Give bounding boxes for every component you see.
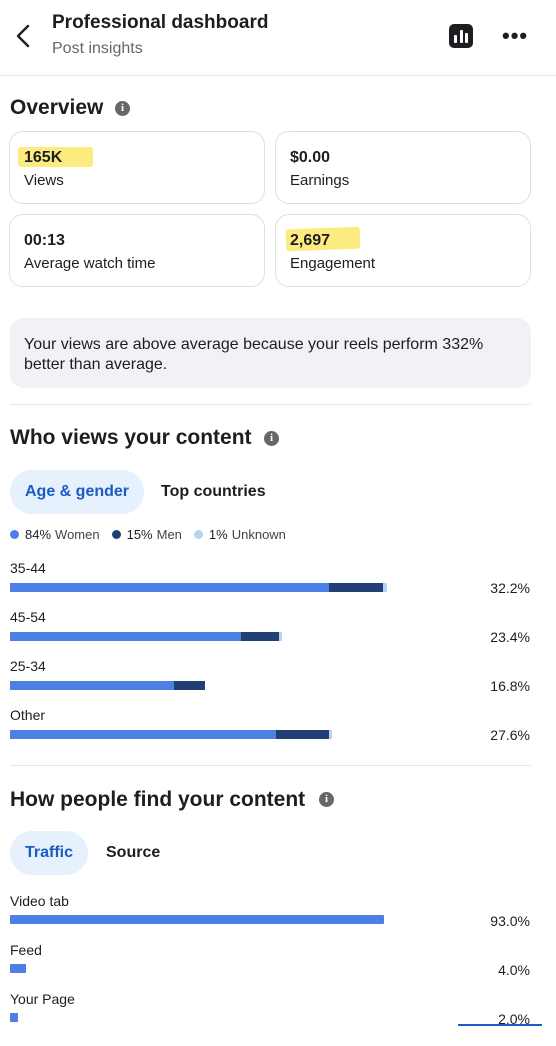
age-row-bar [10, 632, 282, 641]
age-row-bar [10, 583, 387, 592]
age-row-percent: 27.6% [490, 727, 530, 743]
age-row-label: 25-34 [10, 658, 46, 674]
earnings-value: $0.00 [290, 149, 331, 166]
gender-legend: 84% Women 15% Men 1% Unknown [10, 527, 298, 542]
bar-segment [10, 1013, 18, 1022]
traffic-row-label: Feed [10, 942, 42, 958]
age-row-label: 45-54 [10, 609, 46, 625]
legend-item-women: 84% Women [10, 527, 100, 542]
tab-traffic[interactable]: Traffic [10, 831, 89, 875]
age-row-label: 35-44 [10, 560, 46, 576]
views-label: Views [24, 172, 64, 189]
traffic-row-label: Your Page [10, 991, 75, 1007]
divider [10, 765, 531, 766]
bar-segment-unknown [329, 730, 332, 739]
bar-segment-women [10, 632, 241, 641]
age-row-bar [10, 730, 332, 739]
traffic-row-percent: 4.0% [498, 962, 530, 978]
page-subtitle: Post insights [52, 40, 143, 57]
bar-segment-unknown [279, 632, 282, 641]
bar-segment-women [10, 730, 276, 739]
bar-chart-icon[interactable] [449, 24, 473, 48]
page-title: Professional dashboard [52, 12, 269, 33]
women-dot [10, 530, 19, 539]
how-find-title: How people find your content [10, 788, 306, 811]
bar-segment-men [241, 632, 279, 641]
engagement-label: Engagement [290, 255, 376, 272]
performance-note: Your views are above average because you… [10, 318, 531, 388]
engagement-card[interactable]: 2,697 Engagement [275, 214, 531, 287]
earnings-label: Earnings [290, 172, 350, 189]
age-row-percent: 23.4% [490, 629, 530, 645]
header: Professional dashboard Post insights ••• [0, 0, 556, 76]
unknown-dot [193, 530, 203, 539]
scroll-indicator [458, 1024, 542, 1026]
traffic-row-percent: 93.0% [490, 913, 530, 929]
tab-age-gender[interactable]: Age & gender [10, 470, 145, 514]
legend-item-men: 15% Men [111, 527, 182, 542]
age-row-label: Other [10, 707, 46, 723]
bar-segment [10, 915, 384, 924]
age-row-percent: 32.2% [490, 580, 530, 596]
divider [10, 404, 531, 405]
info-icon[interactable]: i [319, 792, 334, 807]
views-value: 165K [24, 149, 63, 166]
men-dot [111, 530, 121, 539]
more-options-icon[interactable]: ••• [502, 25, 528, 47]
age-row-bar [10, 681, 205, 690]
info-icon[interactable]: i [264, 431, 279, 446]
who-views-title: Who views your content [10, 426, 252, 449]
bar-segment [10, 964, 26, 973]
overview-title: Overview [10, 96, 104, 119]
legend-item-unknown: 1% Unknown [193, 527, 286, 542]
back-arrow-icon[interactable] [12, 22, 36, 50]
watch-time-card[interactable]: 00:13 Average watch time [9, 214, 265, 287]
watch-time-value: 00:13 [24, 232, 65, 249]
bar-segment-unknown [383, 583, 387, 592]
watch-time-label: Average watch time [24, 255, 156, 272]
traffic-row-label: Video tab [10, 893, 69, 909]
bar-segment-men [276, 730, 329, 739]
bar-segment-women [10, 681, 174, 690]
bar-segment-women [10, 583, 329, 592]
traffic-row-bar [10, 915, 384, 924]
earnings-card[interactable]: $0.00 Earnings [275, 131, 531, 204]
bar-segment-men [329, 583, 383, 592]
bar-segment-men [174, 681, 205, 690]
traffic-row-bar [10, 964, 26, 973]
engagement-value: 2,697 [290, 232, 331, 249]
tab-top-countries[interactable]: Top countries [161, 470, 266, 514]
views-card[interactable]: 165K Views [9, 131, 265, 204]
info-icon[interactable]: i [115, 101, 130, 116]
tab-source[interactable]: Source [106, 831, 160, 875]
traffic-row-bar [10, 1013, 18, 1022]
age-row-percent: 16.8% [490, 678, 530, 694]
